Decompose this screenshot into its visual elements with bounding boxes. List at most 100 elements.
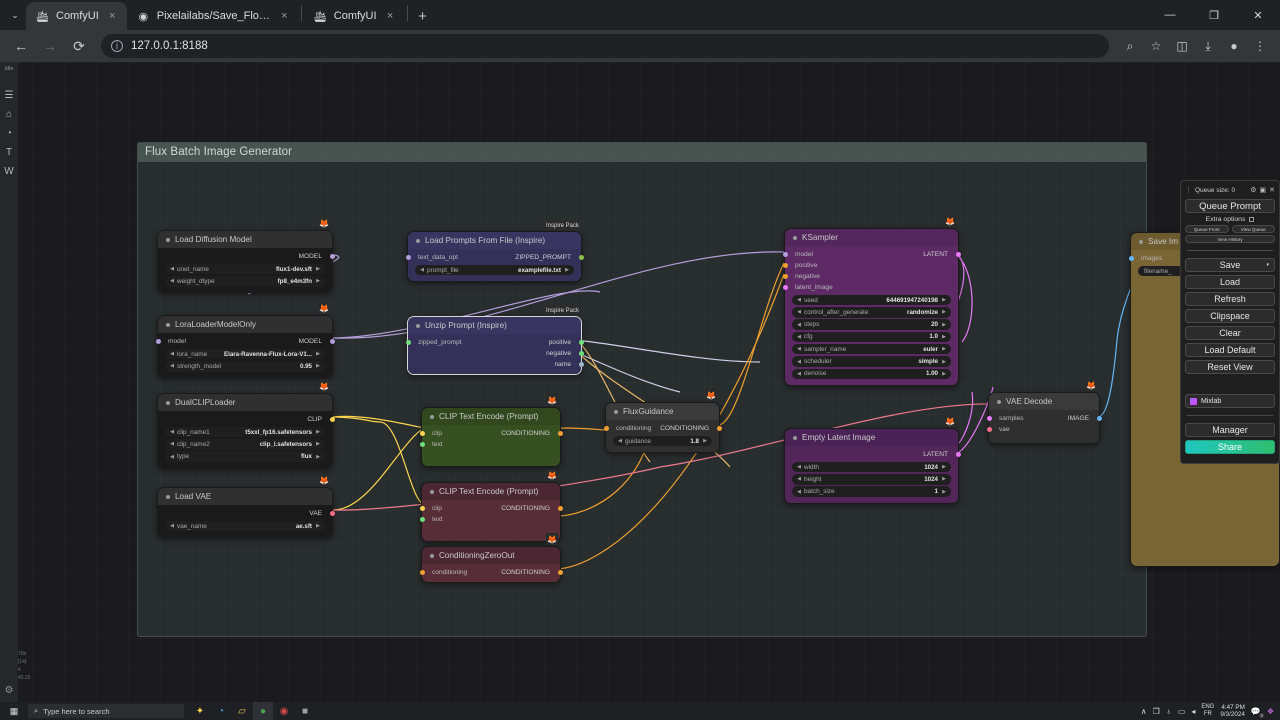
browser-tab-3[interactable]: 🛳 ComfyUI × (304, 2, 405, 30)
input-pin-vae[interactable] (986, 427, 992, 432)
bypass-badge-icon[interactable]: 🦊 (944, 215, 956, 227)
io-row-clip-conditioning[interactable]: clip CONDITIONING (419, 503, 563, 514)
browser-tab-2[interactable]: ◉ Pixelailabs/Save_Florence2_Buil × (127, 2, 299, 30)
collapse-dot-icon[interactable] (430, 489, 434, 494)
collapse-dot-icon[interactable] (166, 400, 170, 405)
io-row-model-latent[interactable]: model LATENT (782, 249, 961, 260)
output-row-model[interactable]: MODEL (158, 251, 335, 262)
node-load-prompts-from-file[interactable]: Inspire Pack Load Prompts From File (Ins… (405, 221, 584, 283)
collapse-dot-icon[interactable] (997, 399, 1001, 404)
input-pin-text-data-opt[interactable] (405, 255, 411, 260)
refresh-button[interactable]: Refresh (1185, 292, 1275, 306)
node-vae-decode[interactable]: 🦊 VAE Decode samples IMAGE vae (986, 379, 1102, 444)
increment-arrow-icon[interactable]: ▶ (941, 346, 947, 352)
save-button[interactable]: Save ▾ (1185, 258, 1275, 272)
node-group-flux-batch[interactable]: Flux Batch Image Generator (137, 142, 1147, 637)
gear-icon[interactable]: ⚙ (1250, 186, 1256, 194)
bypass-badge-icon[interactable]: 🦊 (546, 469, 558, 481)
node-clip-text-encode-positive[interactable]: 🦊 CLIP Text Encode (Prompt) clip CONDITI… (419, 394, 563, 467)
node-empty-latent-image[interactable]: 🦊 Empty Latent Image LATENT ◀ width 1024… (784, 415, 961, 504)
recording-icon[interactable]: ◉ (274, 702, 294, 720)
increment-arrow-icon[interactable]: ▶ (941, 322, 947, 328)
collapse-dot-icon[interactable] (430, 414, 434, 419)
bypass-badge-icon[interactable]: 🦊 (1085, 379, 1097, 391)
io-row-zipped-positive[interactable]: zipped_prompt positive (405, 337, 584, 348)
file-explorer-icon[interactable]: ▱ (232, 702, 252, 720)
workflow-icon[interactable]: W (0, 162, 18, 181)
input-pin-model[interactable] (782, 252, 788, 257)
windows-start-icon[interactable]: ▦ (0, 706, 28, 717)
clipspace-button[interactable]: Clipspace (1185, 309, 1275, 323)
input-row-text[interactable]: text (419, 439, 560, 450)
widget-vae-name[interactable]: ◀ vae_name ae.sft ▶ (165, 520, 325, 532)
node-ksampler[interactable]: 🦊 KSampler model LATENT positive negativ… (782, 215, 961, 386)
output-pin-conditioning[interactable] (716, 426, 722, 431)
io-row-conditioning[interactable]: conditioning CONDITIONING (603, 423, 722, 434)
bypass-badge-icon[interactable]: 🦊 (546, 533, 558, 545)
output-pin-conditioning[interactable] (557, 431, 563, 436)
display-icon[interactable]: ▭ (1178, 707, 1186, 716)
profile-icon[interactable]: ● (1222, 34, 1246, 58)
input-pin-zipped-prompt[interactable] (405, 340, 411, 345)
node-flux-guidance[interactable]: 🦊 FluxGuidance conditioning CONDITIONING… (603, 389, 722, 454)
photos-icon[interactable]: ❖ (1267, 707, 1274, 716)
output-row-latent[interactable]: LATENT (785, 449, 961, 460)
output-pin-model[interactable] (329, 254, 335, 259)
io-row-text-data-opt[interactable]: text_data_opt ZIPPED_PROMPT (405, 252, 584, 263)
input-pin-negative[interactable] (782, 274, 788, 279)
input-pin-text[interactable] (419, 442, 425, 447)
widget-denoise[interactable]: ◀ denoise 1.00 ▶ (792, 368, 951, 380)
io-row-clip-conditioning[interactable]: clip CONDITIONING (419, 428, 563, 439)
increment-arrow-icon[interactable]: ▶ (941, 371, 947, 377)
increment-arrow-icon[interactable]: ▶ (941, 359, 947, 365)
collapse-dot-icon[interactable] (1139, 239, 1143, 244)
menu-kebab-icon[interactable]: ⋮ (1248, 34, 1272, 58)
load-default-button[interactable]: Load Default (1185, 343, 1275, 357)
minimize-button[interactable]: — (1148, 0, 1192, 30)
output-pin-model[interactable] (329, 339, 335, 344)
text-tool-icon[interactable]: T (0, 143, 18, 162)
bypass-badge-icon[interactable]: 🦊 (318, 217, 330, 229)
widget-weight-dtype[interactable]: ◀ weight_dtype fp8_e4m3fn ▶ (165, 276, 325, 287)
increment-arrow-icon[interactable]: ▶ (941, 297, 947, 303)
widget-batch-size[interactable]: ◀ batch_size 1 ▶ (792, 486, 951, 497)
collapse-dot-icon[interactable] (416, 238, 420, 243)
tab-close-icon[interactable]: × (384, 10, 397, 22)
io-row-conditioning[interactable]: conditioning CONDITIONING (419, 567, 563, 578)
extra-options-checkbox[interactable] (1249, 217, 1255, 222)
new-tab-button[interactable]: + (410, 3, 436, 29)
terminal-icon[interactable]: ■ (295, 702, 315, 720)
io-row-model[interactable]: model MODEL (155, 336, 335, 347)
chrome-icon[interactable]: ● (253, 702, 273, 720)
forward-button[interactable]: → (37, 33, 63, 59)
tab-list-chevron-icon[interactable]: ⌄ (4, 0, 26, 30)
tab-close-icon[interactable]: × (278, 10, 291, 22)
increment-arrow-icon[interactable]: ▶ (941, 309, 947, 315)
collapse-dot-icon[interactable] (430, 553, 434, 558)
widget-prompt-file[interactable]: ◀ prompt_file examplefile.txt ▶ (415, 264, 574, 276)
input-pin-positive[interactable] (782, 263, 788, 268)
widget-height[interactable]: ◀ height 1024 ▶ (792, 474, 951, 485)
input-pin-latent-image[interactable] (782, 285, 788, 290)
increment-arrow-icon[interactable]: ▶ (315, 441, 321, 447)
tab-close-icon[interactable]: × (106, 10, 119, 22)
bypass-badge-icon[interactable]: 🦊 (944, 415, 956, 427)
increment-arrow-icon[interactable]: ▶ (564, 267, 570, 273)
input-row-latent-image[interactable]: latent_image (782, 282, 958, 293)
widget-lora-name[interactable]: ◀ lora_name Elara-Ravenna-Flux-Lora-V1..… (165, 348, 325, 360)
node-load-vae[interactable]: 🦊 Load VAE VAE ◀ vae_name ae.sft ▶ (157, 474, 335, 539)
increment-arrow-icon[interactable]: ▶ (315, 454, 321, 460)
view-queue-button[interactable]: View Queue (1231, 225, 1275, 233)
bookmark-star-icon[interactable]: ☆ (1144, 34, 1168, 58)
node-load-diffusion-model[interactable]: 🦊 Load Diffusion Model MODEL ◀ unet_name… (157, 217, 335, 294)
output-pin-vae[interactable] (329, 511, 335, 516)
input-pin-samples[interactable] (986, 416, 992, 421)
extra-options-row[interactable]: Extra options (1185, 216, 1275, 223)
collapse-dot-icon[interactable] (614, 409, 618, 414)
output-row-clip[interactable]: CLIP (158, 414, 335, 425)
edge-icon[interactable]: ◔ (211, 702, 231, 720)
node-unzip-prompt[interactable]: Inspire Pack Unzip Prompt (Inspire) zipp… (405, 306, 584, 375)
input-pin-conditioning[interactable] (603, 426, 609, 431)
widget-steps[interactable]: ◀ steps 20 ▶ (792, 319, 951, 330)
manager-button[interactable]: Manager (1185, 423, 1275, 437)
